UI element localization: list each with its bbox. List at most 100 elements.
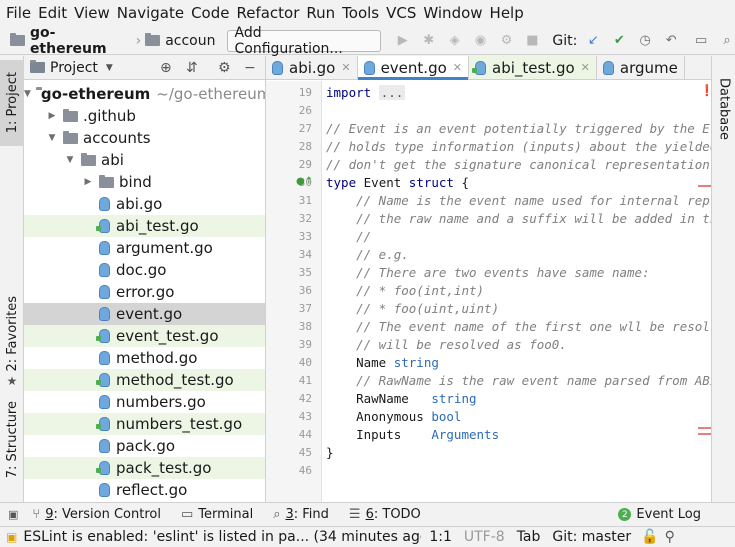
file-encoding[interactable]: UTF-8 <box>464 529 505 545</box>
menu-file[interactable]: File <box>6 4 31 22</box>
menu-vcs[interactable]: VCS <box>386 4 416 22</box>
tree-item[interactable]: method.go <box>24 347 265 369</box>
editor-tab[interactable]: abi_test.go ✕ <box>469 56 597 79</box>
tree-item[interactable]: abi.go <box>24 193 265 215</box>
tree-item[interactable]: pack_test.go <box>24 457 265 479</box>
tree-item[interactable]: error.go <box>24 281 265 303</box>
chevron-down-icon[interactable]: ▼ <box>24 89 31 99</box>
toggle-tool-windows-icon[interactable]: ▣ <box>8 508 18 521</box>
tree-item-label: pack_test.go <box>116 459 212 477</box>
run-icon[interactable]: ▶ <box>395 33 411 49</box>
status-message[interactable]: ESLint is enabled: 'eslint' is listed in… <box>23 529 421 545</box>
tool-tab-project[interactable]: 1: Project <box>0 60 24 146</box>
tree-item[interactable]: ▼ accounts <box>24 127 265 149</box>
editor-tab[interactable]: event.go ✕ <box>357 56 469 80</box>
profile-icon[interactable]: ◉ <box>473 33 489 49</box>
terminal-icon[interactable]: ▭ <box>693 33 709 49</box>
event-log-button[interactable]: 2 Event Log <box>618 507 701 522</box>
tool-window-button[interactable]: ▭ Terminal <box>181 507 253 522</box>
menu-view[interactable]: View <box>74 4 110 22</box>
tree-item[interactable]: pack.go <box>24 435 265 457</box>
line-number: 44 <box>298 428 312 441</box>
breadcrumb-project[interactable]: go-ethereum <box>10 25 132 57</box>
hide-icon[interactable]: − <box>244 60 256 76</box>
tool-tab-structure[interactable]: 7: Structure <box>0 400 24 480</box>
code-area[interactable]: import ... // Event is an event potential… <box>326 81 711 502</box>
add-configuration-button[interactable]: Add Configuration... <box>227 25 381 57</box>
menu-edit[interactable]: Edit <box>38 4 67 22</box>
tree-item[interactable]: abi_test.go <box>24 215 265 237</box>
chevron-right-icon[interactable]: ▶ <box>82 177 94 187</box>
tree-item[interactable]: reflect.go <box>24 479 265 501</box>
close-icon[interactable]: ✕ <box>341 61 350 74</box>
code-line: // Name is the event name used for inter… <box>326 193 711 208</box>
tree-item[interactable]: method_test.go <box>24 369 265 391</box>
tool-window-button[interactable]: ⑂ 9: Version Control <box>32 507 161 522</box>
chevron-right-icon[interactable]: ▶ <box>46 111 58 121</box>
lock-icon[interactable]: 🔓 <box>641 529 658 545</box>
close-icon[interactable]: ✕ <box>581 61 590 74</box>
navigation-bar: go-ethereum › accoun Add Configuration..… <box>0 25 735 57</box>
close-icon[interactable]: ✕ <box>453 61 462 74</box>
chevron-down-icon[interactable]: ▼ <box>106 63 113 73</box>
tree-item[interactable]: argument.go <box>24 237 265 259</box>
tree-item[interactable]: event.go <box>24 303 265 325</box>
code-token: import <box>326 85 379 100</box>
terminal-icon: ▭ <box>180 507 194 522</box>
chevron-down-icon[interactable]: ▼ <box>64 155 76 165</box>
tool-window-button[interactable]: ⌕ 3: Find <box>273 507 329 522</box>
tree-item[interactable]: event_test.go <box>24 325 265 347</box>
memory-indicator-icon[interactable]: ⚲ <box>665 529 675 545</box>
tree-item[interactable]: ▶ .github <box>24 105 265 127</box>
tool-window-shortcut: 3 <box>285 507 294 522</box>
menu-tools[interactable]: Tools <box>342 4 379 22</box>
event-log-label: Event Log <box>636 507 701 522</box>
locate-icon[interactable]: ⊕ <box>160 60 172 76</box>
code-token: Arguments <box>431 427 500 442</box>
tree-item[interactable]: ▼ go-ethereum ~/go-ethereum <box>24 83 265 105</box>
stop-icon[interactable]: ■ <box>524 33 540 49</box>
editor-tab[interactable]: abi.go ✕ <box>266 56 358 79</box>
tool-tab-database[interactable]: Database <box>712 64 735 154</box>
menu-navigate[interactable]: Navigate <box>117 4 184 22</box>
tree-item[interactable]: doc.go <box>24 259 265 281</box>
git-branch[interactable]: Git: master <box>552 529 631 545</box>
git-history-icon[interactable]: ◷ <box>637 33 653 49</box>
chevron-down-icon[interactable]: ▼ <box>46 133 58 143</box>
tool-window-button[interactable]: ☰ 6: TODO <box>349 507 421 522</box>
collapse-icon[interactable]: ⇵ <box>186 60 198 76</box>
menu-run[interactable]: Run <box>306 4 335 22</box>
implementation-marker-icon[interactable]: ●↑ <box>296 176 313 187</box>
breadcrumb-folder[interactable]: accoun <box>145 33 215 49</box>
go-file-icon <box>99 439 110 453</box>
build-icon[interactable]: ⚙ <box>499 33 515 49</box>
code-token: // There are two events have same name: <box>356 265 650 280</box>
line-number: 28 <box>298 140 312 153</box>
tool-tab-favorites[interactable]: 2: Favorites <box>0 292 24 376</box>
gear-icon[interactable]: ⚙ <box>218 60 231 76</box>
project-panel-title[interactable]: Project <box>50 60 98 76</box>
caret-position[interactable]: 1:1 <box>429 529 452 545</box>
folder-icon <box>63 108 78 122</box>
menu-refactor[interactable]: Refactor <box>236 4 299 22</box>
git-update-icon[interactable]: ↙ <box>585 33 601 49</box>
tree-item[interactable]: ▶ bind <box>24 171 265 193</box>
tree-item[interactable]: numbers_test.go <box>24 413 265 435</box>
menu-window[interactable]: Window <box>423 4 482 22</box>
search-icon[interactable]: ⌕ <box>719 33 735 49</box>
menu-help[interactable]: Help <box>490 4 524 22</box>
git-rollback-icon[interactable]: ↶ <box>663 33 679 49</box>
git-commit-icon[interactable]: ✔ <box>611 33 627 49</box>
code-line: // RawName is the raw event name parsed … <box>326 373 711 388</box>
indent-setting[interactable]: Tab <box>517 529 541 545</box>
go-test-file-icon <box>96 219 110 233</box>
menu-code[interactable]: Code <box>191 4 229 22</box>
tree-item[interactable]: numbers.go <box>24 391 265 413</box>
coverage-icon[interactable]: ◈ <box>447 33 463 49</box>
line-number: 32 <box>298 212 312 225</box>
editor-tab[interactable]: argume <box>597 56 685 79</box>
debug-icon[interactable]: ✱ <box>421 33 437 49</box>
tree-item[interactable]: ▼ abi <box>24 149 265 171</box>
